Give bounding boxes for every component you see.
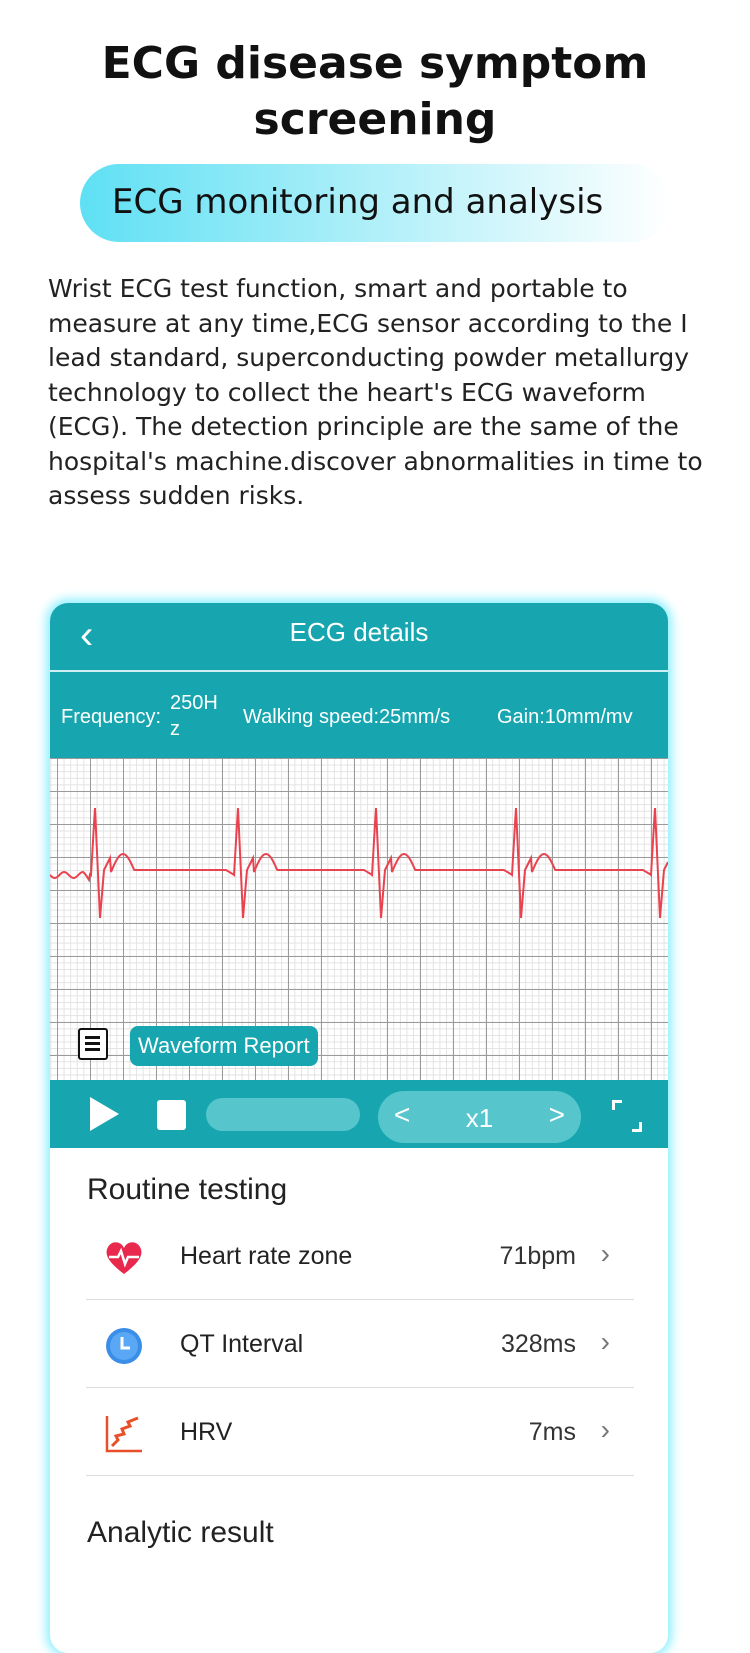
- subtitle: ECG monitoring and analysis: [112, 182, 604, 222]
- speed-selector: < x1 >: [378, 1091, 581, 1143]
- header-title: ECG details: [289, 617, 429, 647]
- chevron-right-icon: ›: [600, 1414, 610, 1445]
- analytic-result-title: Analytic result: [87, 1516, 274, 1549]
- progress-bar[interactable]: [206, 1098, 360, 1131]
- subtitle-pill: ECG monitoring and analysis: [80, 164, 670, 242]
- app-header: ‹ ECG details: [50, 603, 668, 672]
- play-icon[interactable]: [90, 1097, 119, 1131]
- routine-testing-title: Routine testing: [87, 1173, 288, 1206]
- row-label: QT Interval: [180, 1330, 304, 1358]
- walking-speed: Walking speed:25mm/s: [243, 706, 451, 728]
- fullscreen-icon[interactable]: [612, 1100, 642, 1132]
- frequency-value: 250H: [170, 692, 218, 714]
- ecg-line: [50, 807, 668, 919]
- list-item-qt-interval[interactable]: QT Interval 328ms ›: [86, 1300, 634, 1388]
- app-screenshot: ‹ ECG details Frequency: 250H z Walking …: [50, 603, 668, 1653]
- frequency-label: Frequency:: [61, 706, 162, 728]
- row-label: Heart rate zone: [180, 1242, 353, 1270]
- stop-icon[interactable]: [157, 1100, 186, 1130]
- frequency-value-unit: z: [170, 718, 180, 740]
- hrv-chart-icon: [105, 1416, 142, 1453]
- ecg-grid: Waveform Report: [50, 758, 668, 1080]
- description: Wrist ECG test function, smart and porta…: [48, 274, 703, 510]
- playback-controls: < x1 >: [50, 1080, 668, 1148]
- list-item-heart-rate[interactable]: Heart rate zone 71bpm ›: [86, 1212, 634, 1300]
- gain: Gain:10mm/mv: [497, 706, 633, 728]
- chevron-right-icon: ›: [600, 1238, 610, 1269]
- row-value: 7ms: [528, 1418, 576, 1446]
- report-icon[interactable]: [78, 1028, 108, 1060]
- row-label: HRV: [180, 1418, 233, 1446]
- page-title: ECG disease symptom screening: [101, 38, 649, 145]
- list-item-hrv[interactable]: HRV 7ms ›: [86, 1388, 634, 1476]
- heart-pulse-icon: [106, 1242, 142, 1274]
- row-value: 328ms: [500, 1330, 576, 1358]
- row-value: 71bpm: [499, 1242, 576, 1270]
- ecg-info-bar: Frequency: 250H z Walking speed:25mm/s G…: [50, 672, 668, 758]
- clock-icon: [106, 1328, 142, 1364]
- chevron-right-icon: ›: [600, 1326, 610, 1357]
- waveform-report-button[interactable]: Waveform Report: [130, 1026, 318, 1066]
- speed-next-button[interactable]: >: [549, 1099, 565, 1131]
